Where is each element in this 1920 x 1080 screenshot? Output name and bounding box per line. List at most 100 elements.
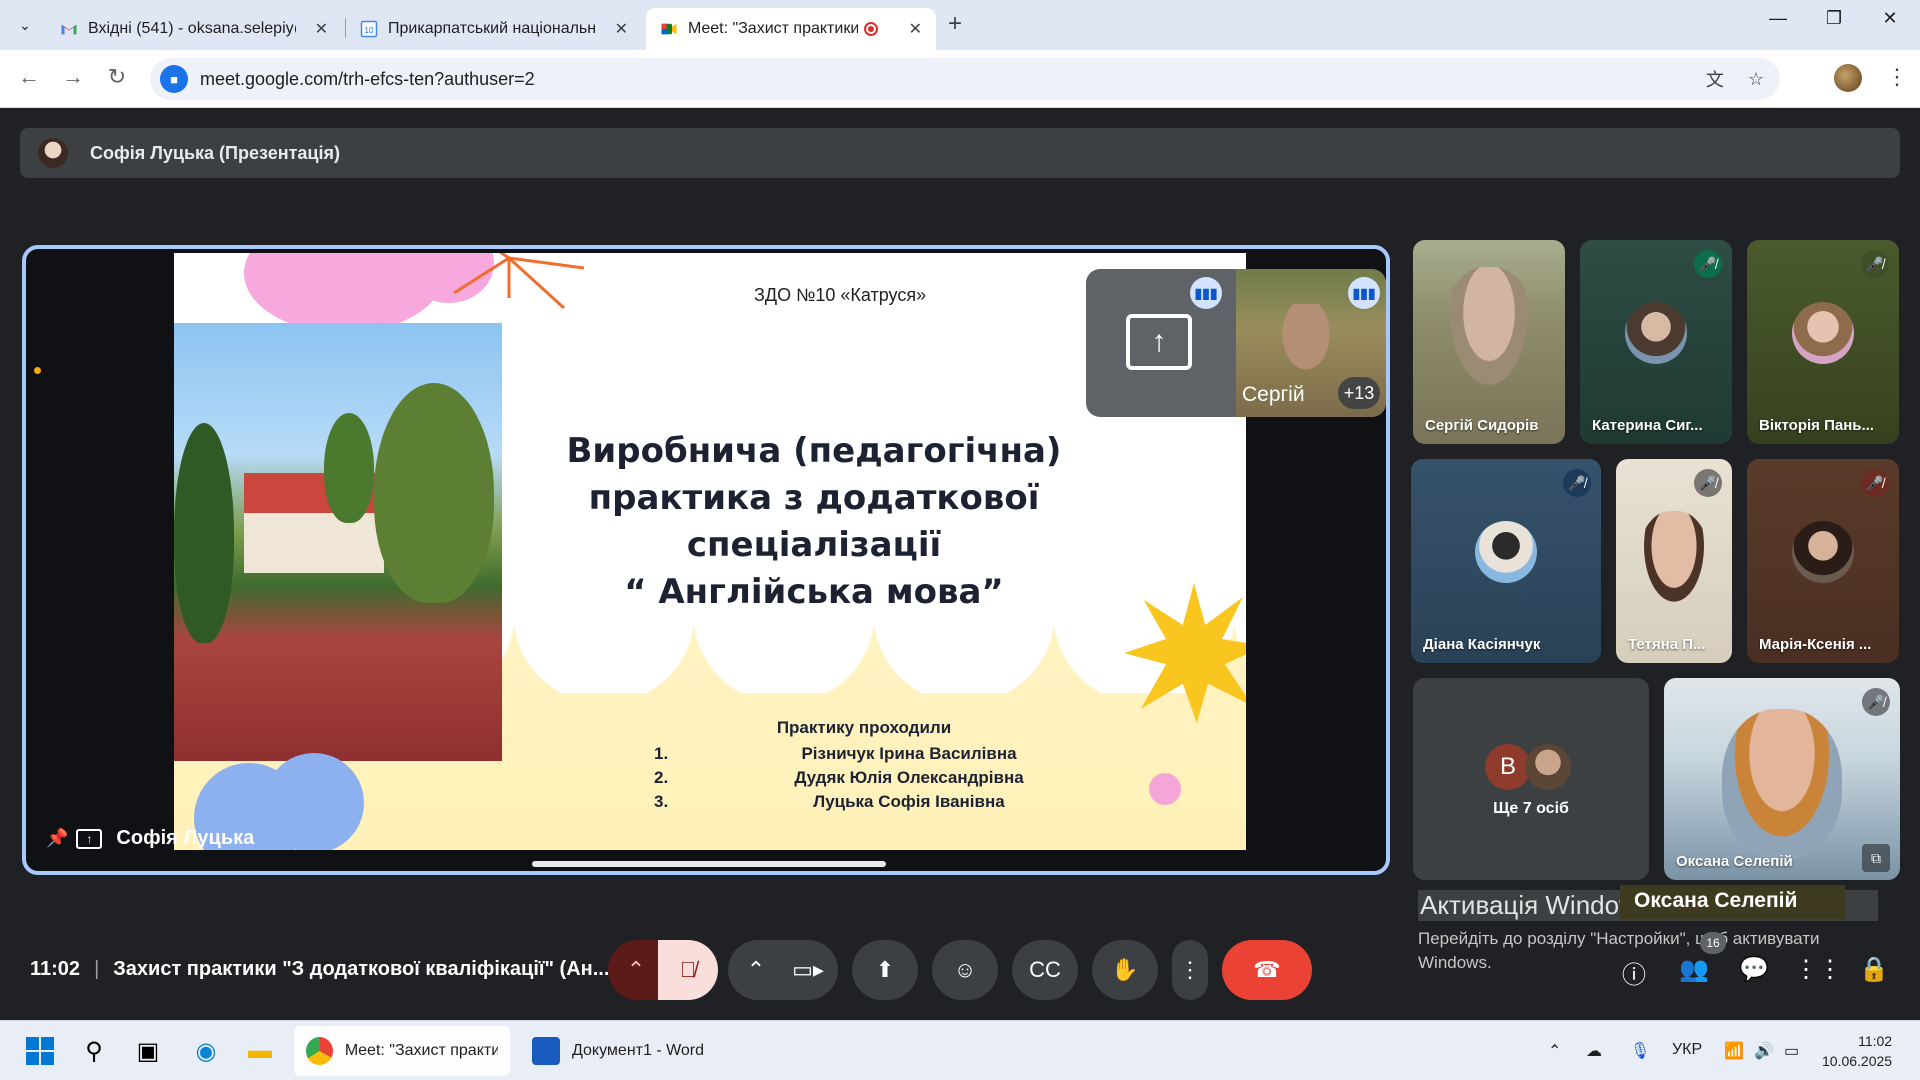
present-screen-button[interactable]: ⬆: [852, 940, 918, 1000]
meeting-details-icon[interactable]: ⓘ: [1614, 955, 1654, 990]
participant-tile[interactable]: 🎤̸ Діана Касіянчук: [1411, 459, 1601, 663]
participant-tile[interactable]: Сергій Сидорів: [1413, 240, 1565, 444]
reactions-button[interactable]: ☺: [932, 940, 998, 1000]
close-tab-icon[interactable]: ✕: [909, 19, 922, 39]
host-controls-icon[interactable]: 🔒: [1854, 955, 1894, 984]
presentation-stage[interactable]: ЗДО №10 «Катруся» Виробнича (педагогічна…: [22, 245, 1390, 875]
profile-avatar[interactable]: [1834, 64, 1862, 92]
self-view-pip[interactable]: ↑ ▮▮▮ ▮▮▮ Сергій +13: [1086, 269, 1386, 417]
browser-toolbar: ← → ↻ ■ meet.google.com/trh-efcs-ten?aut…: [0, 50, 1920, 108]
clock-date: 10.06.2025: [1822, 1053, 1893, 1069]
presenter-bar[interactable]: Софія Луцька (Презентація): [20, 128, 1900, 178]
tree: [324, 413, 374, 523]
taskbar-word[interactable]: Документ1 - Word: [520, 1026, 720, 1076]
leave-call-button[interactable]: ☎: [1222, 940, 1312, 1000]
url-text: meet.google.com/trh-efcs-ten?authuser=2: [200, 68, 535, 89]
mic-toggle-button[interactable]: 🎙̸: [658, 940, 718, 1000]
video-options-button[interactable]: ⌃: [728, 940, 784, 1000]
minimize-icon[interactable]: —: [1758, 8, 1798, 29]
windows-taskbar: ⚲ ▣ ◉ ▬ Meet: "Захист практики Документ1…: [0, 1020, 1920, 1080]
system-clock[interactable]: 11:02 10.06.2025: [1822, 1031, 1892, 1071]
slide-list: Практику проходили 1. Різничук Ірина Васи…: [654, 718, 1074, 814]
audio-level-icon: ▮▮▮: [1190, 277, 1222, 309]
battery-icon[interactable]: ▭: [1784, 1041, 1799, 1061]
more-participants-badge[interactable]: +13: [1338, 377, 1380, 409]
slide-title-line: практика з додаткової спеціалізації: [588, 478, 1040, 565]
participant-tile[interactable]: 🎤̸ Вікторія Пань...: [1747, 240, 1899, 444]
stage-scrollbar[interactable]: [532, 861, 886, 867]
word-icon: [532, 1037, 560, 1065]
participant-tile[interactable]: 🎤̸ Марія-Ксенія ...: [1747, 459, 1899, 663]
tree: [374, 383, 494, 603]
browser-menu-icon[interactable]: ⋮: [1886, 64, 1908, 90]
bookmark-star-icon[interactable]: ☆: [1748, 69, 1764, 90]
captions-button[interactable]: CC: [1012, 940, 1078, 1000]
slide-title: Виробнича (педагогічна) практика з додат…: [504, 428, 1124, 616]
address-bar[interactable]: ■ meet.google.com/trh-efcs-ten?authuser=…: [150, 58, 1780, 100]
audio-options-button[interactable]: ⌃: [608, 940, 664, 1000]
mic-off-icon: 🎤̸: [1563, 469, 1591, 497]
picture-in-picture-icon[interactable]: ⧉: [1862, 844, 1890, 872]
forward-icon[interactable]: →: [58, 64, 88, 90]
tab-title: Прикарпатський національни: [388, 20, 596, 37]
meeting-time: 11:02: [30, 958, 81, 980]
raise-hand-button[interactable]: ✋: [1092, 940, 1158, 1000]
screen-share-icon: ↑: [1126, 314, 1192, 370]
language-indicator[interactable]: УКР: [1672, 1041, 1702, 1059]
list-item: 3. Луцька Софія Іванівна: [654, 790, 1074, 814]
chat-icon[interactable]: 💬: [1734, 955, 1774, 984]
more-options-button[interactable]: ⋮: [1172, 940, 1208, 1000]
participant-name: Марія-Ксенія ...: [1759, 636, 1872, 653]
close-window-icon[interactable]: ✕: [1870, 8, 1910, 29]
close-tab-icon[interactable]: ✕: [615, 19, 628, 39]
participant-face: [1276, 304, 1336, 379]
presenting-icon: ↑: [76, 828, 103, 849]
participant-tile[interactable]: 🎤̸ Тетяна П...: [1616, 459, 1732, 663]
taskbar-chrome[interactable]: Meet: "Захист практики: [294, 1026, 510, 1076]
pin-icon[interactable]: 📌: [46, 828, 68, 849]
meeting-title: Захист практики "З додаткової кваліфікац…: [113, 958, 610, 980]
site-info-icon[interactable]: ■: [160, 65, 188, 93]
participant-name: Катерина Сиг...: [1592, 417, 1703, 434]
edge-icon[interactable]: ◉: [190, 1035, 222, 1067]
tab-gmail[interactable]: Вхідні (541) - oksana.selepiy@p ✕: [46, 8, 342, 50]
task-view-icon[interactable]: ▣: [132, 1035, 164, 1067]
participant-video: [1722, 709, 1842, 859]
audio-level-icon: ▮▮▮: [1348, 277, 1380, 309]
participant-avatar: [1475, 521, 1537, 583]
stage-label: 📌 ↑ Софія Луцька: [46, 827, 254, 850]
tab-calendar[interactable]: 10 Прикарпатський національни ✕: [346, 8, 642, 50]
slide-decoration: [264, 753, 364, 850]
tray-overflow-icon[interactable]: ⌃: [1548, 1041, 1561, 1061]
camera-toggle-button[interactable]: ▭▸: [778, 940, 838, 1000]
volume-icon[interactable]: 🔊: [1754, 1041, 1774, 1061]
windows-start-icon[interactable]: [24, 1035, 56, 1067]
slide-list-heading: Практику проходили: [776, 718, 952, 737]
microphone-icon[interactable]: 🎙: [1630, 1041, 1650, 1061]
participant-name: Оксана Селепій: [1676, 853, 1793, 870]
divider: |: [94, 958, 100, 980]
restore-icon[interactable]: ❐: [1814, 8, 1854, 29]
mic-off-icon: 🎤̸: [1694, 469, 1722, 497]
close-tab-icon[interactable]: ✕: [315, 19, 328, 39]
mic-off-icon: 🎤̸: [1861, 469, 1889, 497]
participant-avatar: [1625, 302, 1687, 364]
tab-meet[interactable]: Meet: "Захист практики "З ✕: [646, 8, 936, 50]
translate-icon[interactable]: ⽂: [1706, 66, 1724, 92]
participant-name: Сергій Сидорів: [1425, 417, 1539, 434]
participant-tile[interactable]: 🎤̸ Оксана Селепій ⧉: [1664, 678, 1900, 880]
participant-tile[interactable]: 🎤̸ Катерина Сиг...: [1580, 240, 1732, 444]
back-icon[interactable]: ←: [14, 64, 44, 90]
onedrive-icon[interactable]: ☁: [1586, 1041, 1602, 1061]
list-name: Різничук Ірина Василівна: [801, 744, 1017, 763]
mic-off-icon: 🎤̸: [1862, 688, 1890, 716]
search-icon[interactable]: ⚲: [78, 1035, 110, 1067]
people-icon[interactable]: 👥: [1674, 955, 1714, 984]
activities-icon[interactable]: ⋮⋮: [1794, 955, 1842, 984]
more-participants-tile[interactable]: В Ще 7 осіб: [1413, 678, 1649, 880]
reload-icon[interactable]: ↻: [102, 64, 132, 90]
wifi-icon[interactable]: 📶: [1724, 1041, 1744, 1061]
file-explorer-icon[interactable]: ▬: [244, 1035, 276, 1067]
new-tab-button[interactable]: +: [948, 10, 962, 38]
tab-search-icon[interactable]: ⌄: [10, 10, 40, 40]
